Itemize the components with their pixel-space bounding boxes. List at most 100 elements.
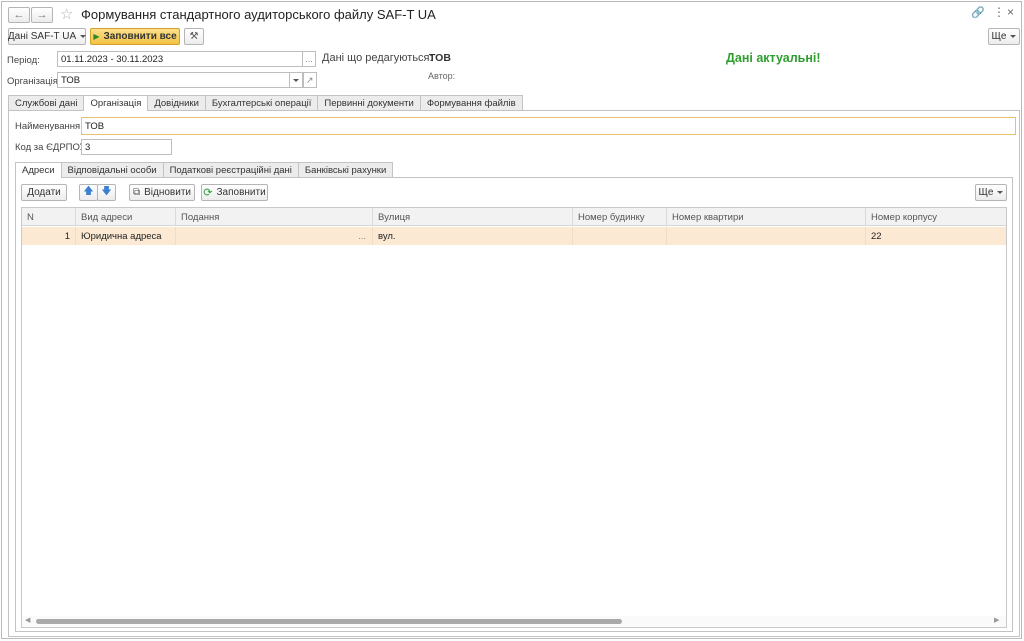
- forward-button[interactable]: →: [31, 7, 53, 23]
- organization-panel: Найменування: ТОВ Код за ЄДРПОУ: 3 Адрес…: [8, 110, 1020, 637]
- refresh-icon: ⟳: [203, 187, 213, 199]
- col-apartment[interactable]: Номер квартири: [667, 208, 866, 226]
- period-field[interactable]: 01.11.2023 - 30.11.2023: [57, 51, 303, 67]
- cell-building[interactable]: 22: [866, 227, 1006, 245]
- open-link-icon: ↗: [306, 74, 314, 85]
- edited-label: Дані що редагуються:: [322, 52, 433, 64]
- chevron-down-icon: [997, 191, 1004, 194]
- org-label: Організація:: [7, 76, 61, 87]
- col-n[interactable]: N: [22, 208, 76, 226]
- tab-file-generation[interactable]: Формування файлів: [419, 95, 523, 110]
- window-title: Формування стандартного аудиторського фа…: [81, 7, 436, 22]
- author-label: Автор:: [428, 71, 456, 81]
- chevron-down-icon: [293, 78, 299, 82]
- org-value: ТОВ: [61, 74, 81, 86]
- play-icon: ▶: [93, 32, 100, 41]
- scroll-left-icon[interactable]: ◀: [25, 616, 30, 624]
- tab-label: Податкові реєстраційні дані: [169, 164, 292, 176]
- move-down-button[interactable]: 🡇: [97, 184, 116, 201]
- tab-label: Первинні документи: [324, 97, 414, 109]
- arrow-down-icon: 🡇: [101, 186, 112, 197]
- chevron-down-icon: [80, 35, 87, 38]
- tab-label: Довідники: [154, 97, 199, 109]
- more-label: Ще: [991, 31, 1007, 42]
- more-vertical-icon[interactable]: ⋮: [993, 5, 1005, 19]
- tools-button[interactable]: ⚒: [184, 28, 204, 45]
- org-dropdown-button[interactable]: [289, 72, 303, 88]
- addresses-panel: Додати 🡅 🡇 ⧉ Відновити ⟳ Заповнити Ще N …: [15, 177, 1013, 632]
- hammer-icon: ⚒: [189, 31, 199, 42]
- main-window: ← → ☆ Формування стандартного аудиторськ…: [1, 1, 1022, 639]
- close-icon[interactable]: ×: [1007, 5, 1014, 19]
- org-open-button[interactable]: ↗: [303, 72, 317, 88]
- more-button[interactable]: Ще: [988, 28, 1020, 45]
- col-view[interactable]: Подання: [176, 208, 373, 226]
- tab-bank-accounts[interactable]: Банківські рахунки: [297, 162, 394, 177]
- scroll-right-icon[interactable]: ▶: [994, 616, 999, 624]
- back-button[interactable]: ←: [8, 7, 30, 23]
- favorite-star-icon[interactable]: ☆: [60, 5, 73, 23]
- main-tabs: Службові дані Організація Довідники Бухг…: [8, 95, 523, 111]
- scrollbar-thumb[interactable]: [36, 619, 622, 624]
- table-row[interactable]: 1 Юридична адреса ... вул. 22: [22, 227, 1006, 245]
- period-value: 01.11.2023 - 30.11.2023: [61, 53, 164, 65]
- fill-all-button[interactable]: ▶ Заповнити все: [90, 28, 180, 45]
- restore-button[interactable]: ⧉ Відновити: [129, 184, 195, 201]
- horizontal-scrollbar[interactable]: ◀ ▶: [22, 616, 1006, 627]
- cell-n[interactable]: 1: [22, 227, 76, 245]
- add-label: Додати: [27, 187, 61, 198]
- arrow-up-icon: 🡅: [83, 186, 94, 197]
- addresses-grid: N Вид адреси Подання Вулиця Номер будинк…: [21, 207, 1007, 628]
- col-building[interactable]: Номер корпусу: [866, 208, 1006, 226]
- tab-tax-registration[interactable]: Податкові реєстраційні дані: [162, 162, 299, 177]
- tab-label: Відповідальні особи: [67, 164, 157, 176]
- tab-service-data[interactable]: Службові дані: [8, 95, 85, 110]
- link-icon[interactable]: 🔗: [971, 6, 985, 19]
- cell-house[interactable]: [573, 227, 667, 245]
- tab-organization[interactable]: Організація: [83, 95, 149, 111]
- tab-label: Банківські рахунки: [304, 164, 387, 176]
- tab-addresses[interactable]: Адреси: [15, 162, 62, 178]
- arrow-right-icon: →: [36, 9, 48, 21]
- edrpou-label: Код за ЄДРПОУ:: [15, 142, 89, 153]
- period-select-button[interactable]: ...: [302, 51, 316, 67]
- tab-responsible-persons[interactable]: Відповідальні особи: [60, 162, 164, 177]
- tab-label: Бухгалтерські операції: [211, 97, 312, 109]
- fill-label: Заповнити: [216, 187, 266, 198]
- col-house[interactable]: Номер будинку: [573, 208, 667, 226]
- restore-label: Відновити: [144, 187, 191, 198]
- edited-value: ТОВ: [429, 52, 451, 64]
- tab-label: Формування файлів: [426, 97, 516, 109]
- move-up-button[interactable]: 🡅: [79, 184, 98, 201]
- name-label: Найменування:: [15, 121, 83, 132]
- name-value: ТОВ: [85, 120, 105, 132]
- name-field[interactable]: ТОВ: [81, 117, 1016, 135]
- data-menu-button[interactable]: Дані SAF-T UA: [7, 28, 87, 45]
- grid-header: N Вид адреси Подання Вулиця Номер будинк…: [22, 208, 1006, 226]
- grid-more-button[interactable]: Ще: [975, 184, 1007, 201]
- cell-apartment[interactable]: [667, 227, 866, 245]
- tab-primary-documents[interactable]: Первинні документи: [317, 95, 421, 110]
- cell-street[interactable]: вул.: [373, 227, 573, 245]
- grid-more-label: Ще: [978, 187, 994, 198]
- cell-view[interactable]: ...: [176, 227, 373, 245]
- status-text: Дані актуальні!: [726, 51, 821, 65]
- org-field[interactable]: ТОВ: [57, 72, 303, 88]
- col-address-type[interactable]: Вид адреси: [76, 208, 176, 226]
- edrpou-field[interactable]: 3: [81, 139, 172, 155]
- tab-accounting-operations[interactable]: Бухгалтерські операції: [204, 95, 319, 110]
- tab-label: Організація: [90, 98, 142, 109]
- cell-address-type[interactable]: Юридична адреса: [76, 227, 176, 245]
- data-menu-label: Дані SAF-T UA: [7, 31, 77, 42]
- restore-icon: ⧉: [132, 187, 141, 198]
- period-more: ...: [305, 53, 313, 65]
- fill-all-label: Заповнити все: [103, 31, 177, 42]
- cell-view-more[interactable]: ...: [358, 231, 366, 242]
- tab-directories[interactable]: Довідники: [147, 95, 206, 110]
- tab-label: Службові дані: [15, 97, 78, 109]
- period-label: Період:: [7, 55, 40, 66]
- edrpou-value: 3: [85, 141, 91, 153]
- add-button[interactable]: Додати: [21, 184, 67, 201]
- col-street[interactable]: Вулиця: [373, 208, 573, 226]
- fill-button[interactable]: ⟳ Заповнити: [201, 184, 268, 201]
